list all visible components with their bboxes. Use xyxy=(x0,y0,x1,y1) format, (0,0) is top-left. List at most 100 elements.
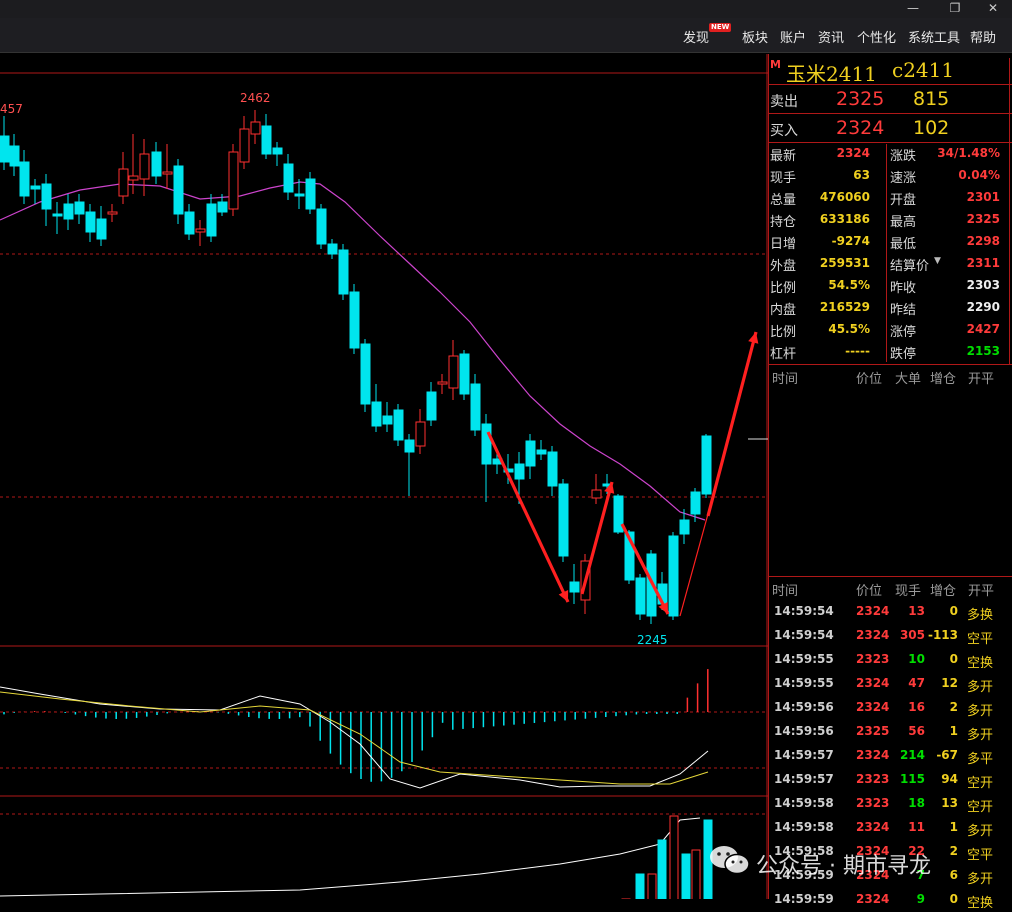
close-icon[interactable]: ✕ xyxy=(978,0,1008,18)
stat-value: ----- xyxy=(845,344,870,358)
trade-cell: 多开 xyxy=(967,728,994,743)
left-high-label: 457 xyxy=(0,102,23,116)
buy-volume: 102 xyxy=(913,117,950,139)
kline-chart[interactable]: 457 2462 2245 xyxy=(0,54,768,901)
candle-body xyxy=(41,183,52,210)
big-orders-col-header: 开平 xyxy=(968,372,995,387)
volume-bar xyxy=(635,873,645,901)
trade-cell: 214 xyxy=(899,748,925,762)
buy-price: 2324 xyxy=(836,117,885,139)
trend-arrows xyxy=(486,331,759,617)
menu-account[interactable]: 账户 xyxy=(780,27,806,46)
trade-cell: 56 xyxy=(908,724,925,738)
menu-personalize[interactable]: 个性化 xyxy=(857,27,896,46)
menu-sector[interactable]: 板块 xyxy=(742,27,768,46)
menu-bar: 发现 NEW 板块 账户 资讯 个性化 系统工具 帮助 xyxy=(0,18,1012,53)
stat-label: 现手 xyxy=(770,171,797,186)
trade-cell: -113 xyxy=(927,628,958,642)
trade-cell: 2324 xyxy=(856,676,890,690)
trades-col-header: 增仓 xyxy=(930,584,957,599)
candle-body xyxy=(52,213,63,217)
title-bar: — ❐ ✕ xyxy=(0,0,1012,18)
menu-system-tools[interactable]: 系统工具 xyxy=(908,27,960,46)
trade-cell: 空开 xyxy=(967,776,994,791)
table-row: 14:59:56 2324 16 2 多开 xyxy=(768,696,1012,720)
table-row: 14:59:58 2323 18 13 空开 xyxy=(768,792,1012,816)
stat-label[interactable]: 结算价 xyxy=(890,255,929,274)
stat-label: 昨结 xyxy=(890,303,917,318)
candle-body xyxy=(382,415,393,425)
trade-cell: 13 xyxy=(908,604,925,618)
candle-body xyxy=(690,491,701,515)
trade-cell: 14:59:55 xyxy=(774,676,834,690)
trade-cell: 2324 xyxy=(856,700,890,714)
trade-cell: 空换 xyxy=(967,896,994,911)
volume-bar xyxy=(681,853,691,901)
stat-value: 476060 xyxy=(819,190,870,204)
menu-discover[interactable]: 发现 NEW xyxy=(683,23,732,46)
trade-cell: 多平 xyxy=(967,752,994,767)
restore-icon[interactable]: ❐ xyxy=(940,0,970,18)
macd-fast-line xyxy=(0,686,709,789)
stat-label: 日增 xyxy=(770,237,797,252)
trade-cell: 2324 xyxy=(856,628,890,642)
trade-cell: -67 xyxy=(936,748,958,762)
trade-cell: 11 xyxy=(908,820,925,834)
candle-body xyxy=(184,211,195,235)
candle-body xyxy=(338,249,349,295)
stat-value: 216529 xyxy=(819,300,870,314)
trade-cell: 2324 xyxy=(856,604,890,618)
trade-cell: 94 xyxy=(941,772,958,786)
candle-body xyxy=(107,211,118,215)
candle-body xyxy=(272,147,283,155)
menu-news[interactable]: 资讯 xyxy=(818,27,844,46)
candle-body xyxy=(0,135,10,163)
minimize-icon[interactable]: — xyxy=(898,0,928,18)
candle-body xyxy=(558,483,569,557)
trade-cell: 14:59:56 xyxy=(774,700,834,714)
candle-body xyxy=(536,449,547,455)
trade-cell: 1 xyxy=(949,724,958,738)
volume-bar xyxy=(647,873,657,901)
candle-body xyxy=(217,201,228,213)
chevron-down-icon[interactable]: ▼ xyxy=(934,256,941,266)
table-row: 14:59:54 2324 305 -113 空平 xyxy=(768,624,1012,648)
stat-label: 最低 xyxy=(890,237,917,252)
high-label: 2462 xyxy=(240,91,271,105)
trade-cell: 10 xyxy=(908,652,925,666)
sell-price: 2325 xyxy=(836,88,885,110)
trade-cell: 305 xyxy=(899,628,925,642)
watermark: 公众号 · 期市寻龙 xyxy=(708,842,998,882)
menu-help[interactable]: 帮助 xyxy=(970,27,996,46)
stat-label: 涨跌 xyxy=(890,149,917,164)
trades-col-header: 开平 xyxy=(968,584,995,599)
candle-body xyxy=(30,185,41,190)
stat-value: 2303 xyxy=(966,278,1000,292)
stat-value: 259531 xyxy=(819,256,870,270)
buy-label: 买入 xyxy=(770,123,798,139)
candle-body xyxy=(701,435,712,495)
candle-body xyxy=(316,208,327,245)
stat-value: 2153 xyxy=(966,344,1000,358)
trade-cell: 18 xyxy=(908,796,925,810)
stat-value: 633186 xyxy=(819,212,870,226)
stat-value: 2427 xyxy=(966,322,1000,336)
trade-cell: 14:59:59 xyxy=(774,892,834,906)
table-row: 14:59:56 2325 56 1 多开 xyxy=(768,720,1012,744)
table-row: 14:59:55 2323 10 0 空换 xyxy=(768,648,1012,672)
volume-panel xyxy=(0,815,713,901)
trade-cell: 多开 xyxy=(967,824,994,839)
volume-bar xyxy=(657,839,667,901)
candle-body xyxy=(118,168,129,197)
trade-cell: 空平 xyxy=(967,632,994,647)
stat-value: 45.5% xyxy=(828,322,870,336)
candle-body xyxy=(569,581,580,593)
candle-body xyxy=(448,355,459,389)
stat-value: 2311 xyxy=(966,256,1000,270)
candle-body xyxy=(679,519,690,535)
candle-body xyxy=(128,175,139,181)
stat-value: 2290 xyxy=(966,300,1000,314)
candle-body xyxy=(404,439,415,453)
candle-body xyxy=(525,440,536,467)
table-row: 14:59:55 2324 47 12 多开 xyxy=(768,672,1012,696)
